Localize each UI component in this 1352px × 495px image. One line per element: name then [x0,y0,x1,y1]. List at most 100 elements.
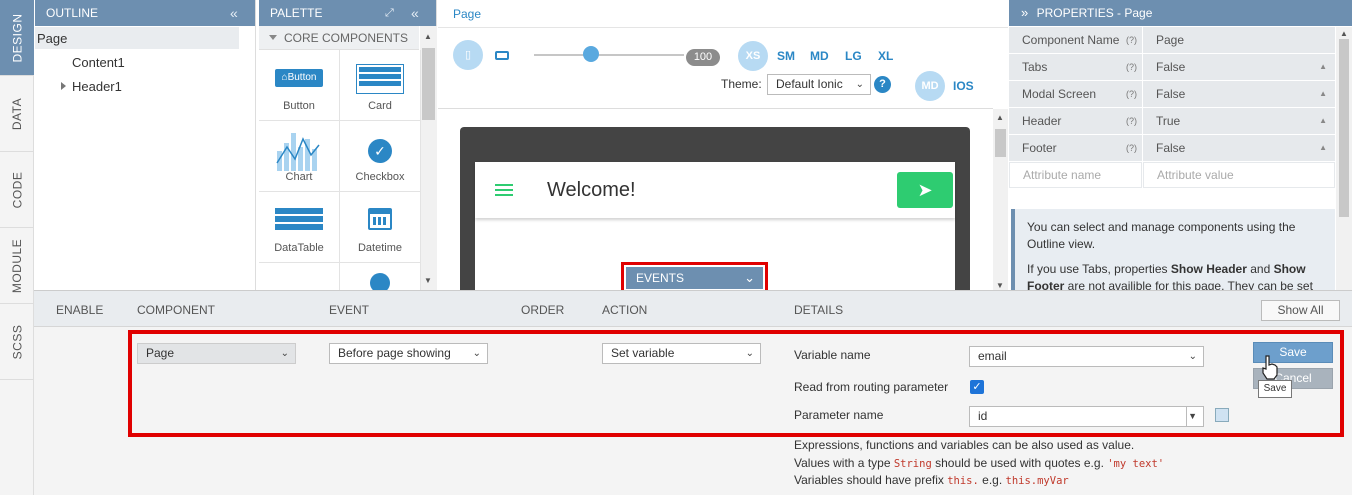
property-row[interactable]: Tabs (?) False ▲ [1009,54,1335,80]
component-select-value: Page [146,346,175,360]
platform-ios[interactable]: IOS [953,79,974,93]
outline-title: OUTLINE [46,6,99,20]
page-tab[interactable]: Page [453,7,481,21]
tab-module[interactable]: MODULE [0,228,34,304]
events-tab-label: EVENTS [636,271,685,285]
breakpoint-xl[interactable]: XL [878,49,893,63]
palette-item-datatable[interactable]: DataTable [259,192,340,263]
routing-parameter-checkbox[interactable]: ✓ [970,380,984,394]
properties-title: PROPERTIES - Page [1036,6,1153,20]
canvas-scrollbar[interactable]: ▲ ▼ [993,109,1008,290]
attribute-value-input[interactable]: Attribute value [1143,162,1335,188]
property-select[interactable]: True ▲ [1143,108,1335,134]
property-key: Component Name [1009,27,1142,53]
property-key: Tabs [1009,54,1142,80]
platform-md[interactable]: MD [915,71,945,101]
menu-icon[interactable] [495,184,513,186]
event-row-highlight: Page ⌄ Before page showing ⌄ Set variabl… [128,330,1344,437]
property-row[interactable]: Modal Screen (?) False ▲ [1009,81,1335,107]
scroll-up-icon[interactable]: ▲ [996,113,1004,122]
outline-item-page[interactable]: Page [37,31,67,46]
scroll-down-icon[interactable]: ▼ [996,281,1004,290]
palette-item-chart[interactable]: Chart [259,121,340,192]
palette-item-button[interactable]: ⌂Button Button [259,50,340,121]
chevron-down-icon: ⌄ [280,348,289,359]
outline-item-content1[interactable]: Content1 [72,55,125,70]
variable-name-value: email [978,349,1007,363]
events-panel: ENABLE COMPONENT EVENT ORDER ACTION DETA… [34,290,1352,495]
collapse-left-icon[interactable]: « [411,0,419,26]
zoom-slider-handle[interactable] [583,46,599,62]
tab-design[interactable]: DESIGN [0,0,34,76]
palette-item-label: Datetime [357,242,403,254]
scroll-down-icon[interactable]: ▼ [424,276,432,285]
parameter-name-combobox[interactable]: id ▼ [969,406,1204,427]
palette-item-partial[interactable] [259,263,340,290]
properties-scrollbar[interactable]: ▲ [1336,27,1352,290]
variable-name-label: Variable name [794,348,871,362]
help-icon[interactable]: (?) [1126,27,1137,53]
property-select[interactable]: False ▲ [1143,54,1335,80]
scroll-thumb[interactable] [422,48,435,120]
palette-item-datetime[interactable]: Datetime [340,192,421,263]
palette-item-partial[interactable] [340,263,421,293]
expand-right-icon[interactable]: » [1021,5,1028,20]
property-value[interactable]: Page [1143,27,1335,53]
theme-select[interactable]: Default Ionic ⌄ [767,74,871,95]
logout-button[interactable]: ➤ [897,172,953,208]
chart-icon [276,133,320,171]
palette-scrollbar[interactable]: ▲ ▼ [420,26,437,290]
property-row[interactable]: Footer (?) False ▲ [1009,135,1335,161]
tab-data-label: DATA [9,97,24,130]
help-icon[interactable]: (?) [1126,81,1137,107]
variable-name-select[interactable]: email ⌄ [969,346,1204,367]
datatable-icon [275,208,323,232]
col-event: EVENT [329,303,370,317]
scroll-up-icon[interactable]: ▲ [1340,29,1348,38]
card-icon [356,64,404,94]
tab-data[interactable]: DATA [0,76,34,152]
palette-item-card[interactable]: Card [340,50,421,121]
breakpoint-md[interactable]: MD [810,49,829,63]
scroll-thumb[interactable] [1339,39,1349,217]
help-icon[interactable]: (?) [1126,108,1137,134]
component-select[interactable]: Page ⌄ [137,343,296,364]
attribute-name-input[interactable]: Attribute name [1009,162,1142,188]
show-all-button[interactable]: Show All [1261,300,1340,321]
event-select[interactable]: Before page showing ⌄ [329,343,488,364]
page-design-area: Page ▯ 100 XS SM MD LG XL Theme: Default… [438,0,1008,294]
help-icon[interactable]: (?) [1126,135,1137,161]
property-row[interactable]: Component Name (?) Page [1009,27,1335,53]
property-value: True [1156,114,1181,128]
expand-arrow-icon[interactable] [61,82,66,90]
properties-header: » PROPERTIES - Page [1009,0,1352,26]
property-select[interactable]: False ▲ [1143,81,1335,107]
outline-item-header1[interactable]: Header1 [72,79,122,94]
property-value: False [1156,60,1186,74]
scroll-thumb[interactable] [995,129,1006,157]
breakpoint-sm[interactable]: SM [777,49,795,63]
tab-code[interactable]: CODE [0,152,34,228]
collapse-left-icon[interactable]: « [230,0,238,26]
col-details: DETAILS [794,303,844,317]
breakpoint-xs[interactable]: XS [738,41,768,71]
help-icon[interactable]: (?) [1126,54,1137,80]
palette-item-checkbox[interactable]: ✓ Checkbox [340,121,421,192]
landscape-icon[interactable] [495,51,509,60]
shrink-icon[interactable]: ⤢ [385,0,394,26]
scroll-up-icon[interactable]: ▲ [424,32,432,41]
palette-section-header[interactable]: CORE COMPONENTS [259,26,419,50]
zoom-slider-track[interactable] [534,54,684,56]
property-select[interactable]: False ▲ [1143,135,1335,161]
breakpoint-lg[interactable]: LG [845,49,862,63]
events-tab[interactable]: EVENTS ⌄ [626,267,763,289]
tab-scss[interactable]: SCSS [0,304,34,380]
app-header[interactable]: Welcome! ➤ [475,162,955,218]
help-icon[interactable]: ? [874,76,891,93]
property-row[interactable]: Header (?) True ▲ [1009,108,1335,134]
mobile-device-icon[interactable]: ▯ [453,40,483,70]
help-note-expressions: Expressions, functions and variables can… [794,438,1135,452]
palette-item-label: DataTable [274,242,324,254]
expression-editor-icon[interactable] [1215,408,1229,422]
action-select[interactable]: Set variable ⌄ [602,343,761,364]
